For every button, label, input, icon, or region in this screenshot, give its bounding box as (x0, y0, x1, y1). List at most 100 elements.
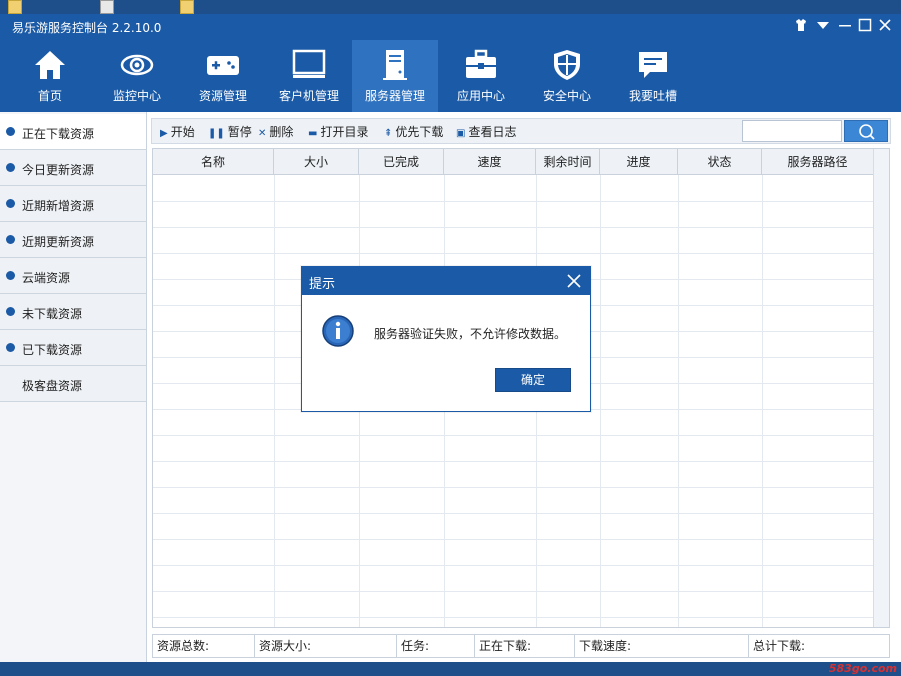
nav-item-server-management[interactable]: 服务器管理 (352, 40, 438, 112)
ok-button[interactable]: 确定 (495, 368, 571, 392)
open-directory-label: 打开目录 (320, 125, 369, 139)
bullet-icon (6, 163, 15, 172)
view-log-label: 查看日志 (468, 125, 517, 139)
sidebar-item-recently-added[interactable]: 近期新增资源 (0, 186, 146, 222)
column-header-remaining[interactable]: 剩余时间 (536, 149, 600, 175)
sidebar: 正在下载资源 今日更新资源 近期新增资源 近期更新资源 云端资源 未下载资源 已… (0, 112, 147, 662)
table-gridline (153, 461, 873, 462)
table-gridline (153, 227, 873, 228)
column-header-status[interactable]: 状态 (678, 149, 762, 175)
table-gridline (153, 201, 873, 202)
sidebar-item-not-downloaded[interactable]: 未下载资源 (0, 294, 146, 330)
sidebar-item-label: 已下载资源 (22, 343, 83, 357)
play-icon: ▶ (160, 128, 168, 139)
sidebar-item-cloud[interactable]: 云端资源 (0, 258, 146, 294)
search-input[interactable] (742, 120, 842, 142)
eye-icon (120, 54, 154, 76)
status-downloading: 正在下载: (475, 635, 575, 657)
status-bar: 资源总数: 资源大小: 任务: 正在下载: 下载速度: 总计下载: (152, 634, 890, 658)
menu-dropdown-icon[interactable] (814, 18, 832, 36)
column-header-speed[interactable]: 速度 (444, 149, 536, 175)
sidebar-item-label: 今日更新资源 (22, 163, 95, 177)
home-icon (35, 51, 65, 79)
close-icon[interactable] (876, 18, 894, 36)
nav-item-home[interactable]: 首页 (7, 40, 93, 112)
search-button[interactable] (844, 120, 888, 142)
info-icon (322, 315, 354, 347)
table-gridline (678, 175, 679, 627)
delete-icon: ✕ (258, 128, 267, 139)
sidebar-item-downloading[interactable]: 正在下载资源 (0, 114, 146, 150)
log-icon: ▣ (456, 128, 466, 139)
column-header-size[interactable]: 大小 (274, 149, 359, 175)
delete-button[interactable]: ✕ 删除 (258, 123, 293, 141)
table-gridline (153, 487, 873, 488)
column-header-completed[interactable]: 已完成 (359, 149, 444, 175)
nav-item-label: 服务器管理 (364, 89, 425, 103)
sidebar-item-today-updated[interactable]: 今日更新资源 (0, 150, 146, 186)
table-gridline (274, 175, 275, 627)
nav-item-client-management[interactable]: 客户机管理 (266, 40, 352, 112)
table-gridline (153, 435, 873, 436)
table-gridline (600, 175, 601, 627)
toolbox-icon (466, 49, 496, 78)
start-button[interactable]: ▶ 开始 (160, 123, 195, 141)
open-directory-button[interactable]: ▬ 打开目录 (308, 123, 368, 141)
bullet-icon (6, 235, 15, 244)
sidebar-item-downloaded[interactable]: 已下载资源 (0, 330, 146, 366)
search-icon (859, 124, 875, 140)
nav-item-feedback[interactable]: 我要吐槽 (610, 40, 696, 112)
sidebar-item-label: 未下载资源 (22, 307, 83, 321)
bullet-icon (6, 199, 15, 208)
gamepad-icon (207, 56, 239, 75)
bullet-icon (6, 271, 15, 280)
pause-label: 暂停 (227, 125, 252, 139)
table-gridline (153, 591, 873, 592)
sidebar-item-label: 云端资源 (22, 271, 71, 285)
status-total-download: 总计下载: (753, 639, 806, 653)
nav-item-resource-management[interactable]: 资源管理 (180, 40, 266, 112)
folder-icon: ▬ (308, 128, 318, 139)
sidebar-item-label: 极客盘资源 (22, 379, 83, 393)
table-gridline (153, 513, 873, 514)
column-header-name[interactable]: 名称 (153, 149, 274, 175)
main-nav: 首页 监控中心 资源管理 客户机管理 服务器管理 应用中心 安全中心 我要吐槽 (0, 40, 901, 112)
nav-item-monitor-center[interactable]: 监控中心 (94, 40, 180, 112)
skin-icon[interactable] (792, 18, 810, 36)
window-title: 易乐游服务控制台 2.2.10.0 (12, 21, 162, 35)
column-header-server-path[interactable]: 服务器路径 (762, 149, 874, 175)
monitor-icon (292, 49, 326, 78)
dialog-message: 服务器验证失败，不允许修改数据。 (374, 327, 567, 341)
bullet-icon (6, 343, 15, 352)
shield-icon (554, 50, 580, 80)
sidebar-item-recently-updated[interactable]: 近期更新资源 (0, 222, 146, 258)
nav-item-label: 应用中心 (456, 89, 505, 103)
nav-item-label: 我要吐槽 (628, 89, 677, 103)
sidebar-item-label: 正在下载资源 (22, 127, 95, 141)
nav-item-label: 客户机管理 (278, 89, 339, 103)
table-gridline (153, 565, 873, 566)
minimize-icon[interactable] (836, 18, 854, 36)
nav-item-security-center[interactable]: 安全中心 (524, 40, 610, 112)
maximize-icon[interactable] (856, 18, 874, 36)
desktop-strip (0, 0, 901, 14)
arrow-up-icon: ⇞ (384, 128, 393, 139)
desktop-folder-icon (8, 0, 22, 14)
dialog-close-icon[interactable] (564, 271, 584, 291)
priority-download-button[interactable]: ⇞ 优先下载 (384, 123, 443, 141)
bullet-icon (6, 127, 15, 136)
status-speed: 下载速度: (575, 635, 749, 657)
view-log-button[interactable]: ▣ 查看日志 (456, 123, 516, 141)
pause-button[interactable]: ❚❚ 暂停 (208, 123, 252, 141)
main-window: 易乐游服务控制台 2.2.10.0 首页 监控中心 资源管理 客户机管理 服务器… (0, 14, 901, 662)
priority-download-label: 优先下载 (395, 125, 444, 139)
sidebar-item-geek-disk[interactable]: 极客盘资源 (0, 366, 146, 402)
chat-icon (639, 52, 667, 78)
nav-item-app-center[interactable]: 应用中心 (438, 40, 524, 112)
vertical-scrollbar[interactable] (873, 149, 889, 627)
status-tasks: 任务: (397, 635, 475, 657)
dialog-title-bar: 提示 (302, 267, 590, 295)
desktop-folder-icon (180, 0, 194, 14)
delete-label: 删除 (269, 125, 294, 139)
column-header-progress[interactable]: 进度 (600, 149, 678, 175)
